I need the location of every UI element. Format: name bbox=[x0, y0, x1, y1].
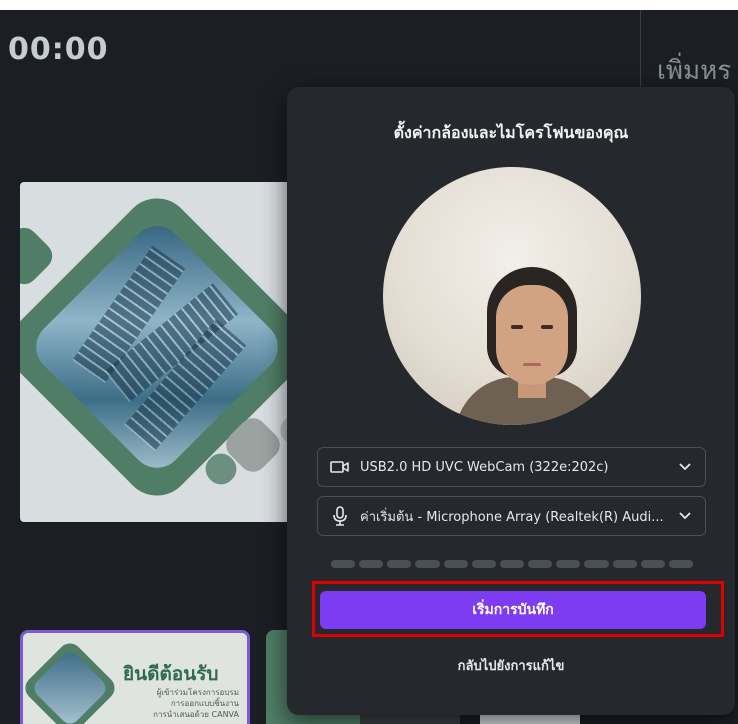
level-segment bbox=[443, 560, 468, 568]
microphone-select-value: ค่าเริ่มต้น - Microphone Array (Realtek(… bbox=[360, 509, 664, 525]
slide-preview bbox=[20, 182, 320, 522]
thumbnail-photo bbox=[30, 648, 110, 724]
back-to-editing-link[interactable]: กลับไปยังการแก้ไข bbox=[287, 655, 735, 676]
start-recording-button[interactable]: เริ่มการบันทึก bbox=[320, 591, 706, 629]
camera-mic-setup-dialog: ตั้งค่ากล้องและไมโครโฟนของคุณ USB2.0 HD … bbox=[287, 87, 735, 715]
level-segment bbox=[331, 560, 356, 568]
dialog-title: ตั้งค่ากล้องและไมโครโฟนของคุณ bbox=[393, 123, 629, 142]
level-segment bbox=[415, 560, 440, 568]
level-segment bbox=[640, 560, 665, 568]
level-segment bbox=[499, 560, 525, 568]
thumbnail-subtitle: ผู้เข้าร่วมโครงการอบรม การออกแบบชิ้นงาน … bbox=[153, 688, 239, 719]
level-segment bbox=[528, 560, 553, 568]
decor-square bbox=[20, 222, 58, 290]
slide-thumbnail-1[interactable]: ยินดีต้อนรับ ผู้เข้าร่วมโครงการอบรม การอ… bbox=[20, 630, 250, 724]
microphone-icon bbox=[330, 506, 350, 526]
thumbnail-title: ยินดีต้อนรับ bbox=[123, 663, 219, 685]
level-segment bbox=[612, 560, 637, 568]
mic-level-meter bbox=[331, 560, 694, 568]
level-segment bbox=[584, 560, 609, 568]
level-segment bbox=[471, 560, 496, 568]
side-panel-title: เพิ่มหร bbox=[657, 56, 732, 86]
level-segment bbox=[359, 560, 384, 568]
level-segment bbox=[387, 560, 412, 568]
chevron-down-icon bbox=[677, 459, 693, 475]
recording-timer: 00:00 bbox=[8, 32, 109, 67]
chevron-down-icon bbox=[677, 508, 693, 524]
panel-divider bbox=[640, 10, 641, 90]
camera-icon bbox=[330, 457, 350, 477]
level-segment bbox=[668, 560, 694, 568]
level-segment bbox=[556, 560, 581, 568]
camera-select[interactable]: USB2.0 HD UVC WebCam (322e:202c) bbox=[317, 447, 706, 487]
microphone-select[interactable]: ค่าเริ่มต้น - Microphone Array (Realtek(… bbox=[317, 496, 706, 536]
camera-select-value: USB2.0 HD UVC WebCam (322e:202c) bbox=[360, 459, 609, 475]
camera-preview bbox=[383, 167, 641, 425]
